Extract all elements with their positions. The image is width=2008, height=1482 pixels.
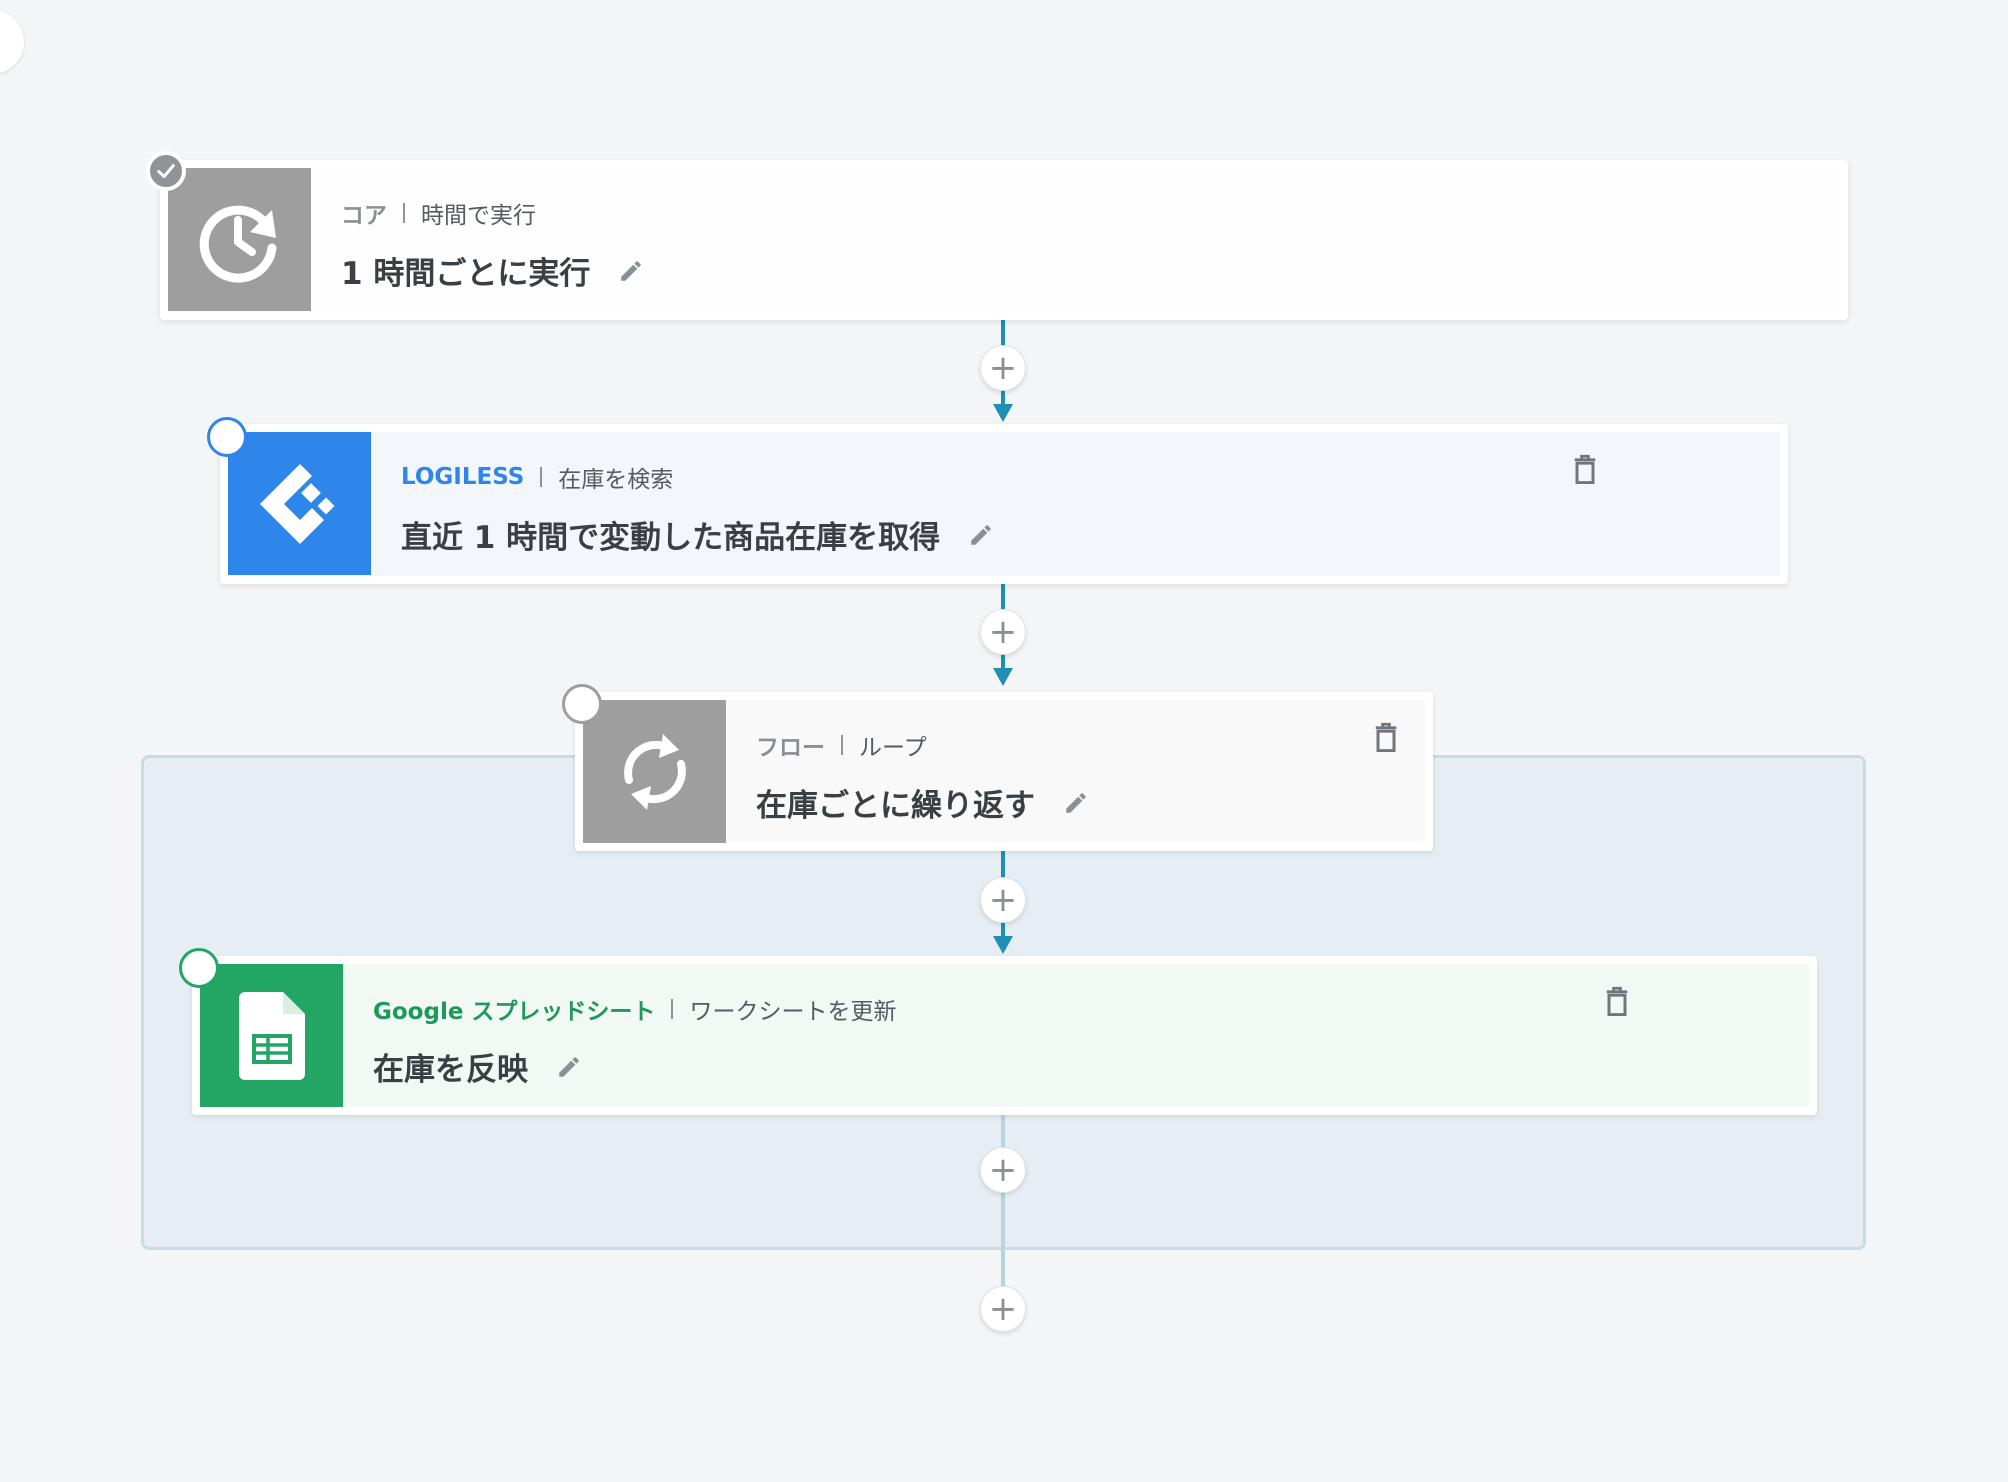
step-tile — [228, 432, 371, 575]
delete-step-button[interactable] — [1571, 454, 1599, 490]
service-name: Google スプレッドシート — [373, 999, 656, 1025]
meta-separator — [841, 735, 843, 755]
step-title: 直近 1 時間で変動した商品在庫を取得 — [401, 520, 941, 556]
service-name: コア — [341, 203, 387, 229]
status-pending-indicator — [207, 417, 247, 457]
step-card-logiless[interactable]: LOGILESS 在庫を検索 直近 1 時間で変動した商品在庫を取得 — [220, 424, 1788, 584]
meta-separator — [403, 203, 405, 223]
action-name: 時間で実行 — [421, 203, 536, 229]
step-meta: コア 時間で実行 — [341, 196, 1840, 230]
delete-step-button[interactable] — [1603, 986, 1631, 1022]
action-name: 在庫を検索 — [558, 467, 674, 493]
check-icon — [157, 164, 175, 178]
step-meta: Google スプレッドシート ワークシートを更新 — [373, 992, 1809, 1026]
status-pending-indicator — [179, 948, 219, 988]
pencil-icon — [971, 524, 991, 545]
step-card-content: コア 時間で実行 1 時間ごとに実行 — [168, 168, 1840, 312]
edit-title-button[interactable] — [618, 258, 644, 284]
status-completed-badge — [146, 151, 186, 191]
step-title: 1 時間ごとに実行 — [341, 256, 591, 292]
step-title-row: 直近 1 時間で変動した商品在庫を取得 — [401, 512, 1780, 557]
logiless-logo-icon — [259, 463, 334, 544]
service-name: LOGILESS — [401, 464, 525, 490]
step-meta: フロー ループ — [756, 728, 1425, 762]
edit-title-button[interactable] — [1063, 790, 1089, 816]
edit-title-button[interactable] — [968, 522, 994, 548]
action-name: ループ — [859, 735, 927, 761]
status-pending-indicator — [562, 684, 602, 724]
step-card-content: Google スプレッドシート ワークシートを更新 在庫を反映 — [200, 964, 1809, 1107]
trash-icon — [1606, 986, 1628, 1017]
step-card-trigger[interactable]: コア 時間で実行 1 時間ごとに実行 — [160, 160, 1848, 320]
step-body: フロー ループ 在庫ごとに繰り返す — [726, 700, 1425, 843]
step-card-content: LOGILESS 在庫を検索 直近 1 時間で変動した商品在庫を取得 — [228, 432, 1780, 576]
step-title-row: 在庫を反映 — [373, 1044, 1809, 1089]
meta-separator — [540, 467, 543, 487]
step-tile — [583, 700, 726, 843]
clock-refresh-icon — [199, 205, 276, 283]
add-step-button[interactable]: + — [980, 1147, 1026, 1193]
step-body: Google スプレッドシート ワークシートを更新 在庫を反映 — [343, 964, 1809, 1107]
add-step-button[interactable]: + — [980, 1286, 1026, 1332]
add-step-button[interactable]: + — [980, 609, 1026, 655]
step-card-content: フロー ループ 在庫ごとに繰り返す — [583, 700, 1425, 843]
corner-button[interactable] — [0, 10, 24, 74]
add-step-button[interactable]: + — [980, 877, 1026, 923]
meta-separator — [671, 999, 674, 1019]
loop-icon — [623, 733, 686, 810]
step-card-google-sheets[interactable]: Google スプレッドシート ワークシートを更新 在庫を反映 — [192, 956, 1817, 1115]
pencil-icon — [621, 260, 642, 281]
add-step-button[interactable]: + — [980, 345, 1026, 391]
pencil-icon — [559, 1056, 579, 1077]
connector-arrow — [993, 936, 1013, 954]
step-body: コア 時間で実行 1 時間ごとに実行 — [311, 168, 1840, 312]
step-title: 在庫を反映 — [373, 1052, 528, 1088]
connector-arrow — [993, 668, 1013, 686]
trash-icon — [1375, 722, 1397, 753]
edit-title-button[interactable] — [556, 1054, 582, 1080]
step-title-row: 1 時間ごとに実行 — [341, 248, 1840, 293]
action-name: ワークシートを更新 — [689, 999, 897, 1025]
google-sheets-icon — [238, 991, 305, 1080]
service-name: フロー — [756, 735, 825, 761]
pencil-icon — [1066, 792, 1086, 813]
step-title-row: 在庫ごとに繰り返す — [756, 780, 1425, 825]
connector-arrow — [993, 404, 1013, 422]
step-card-loop[interactable]: フロー ループ 在庫ごとに繰り返す — [575, 692, 1433, 851]
step-body: LOGILESS 在庫を検索 直近 1 時間で変動した商品在庫を取得 — [371, 432, 1780, 576]
step-tile — [200, 964, 343, 1107]
step-title: 在庫ごとに繰り返す — [756, 788, 1035, 824]
step-tile — [168, 168, 311, 311]
trash-icon — [1574, 454, 1596, 485]
delete-step-button[interactable] — [1372, 722, 1400, 758]
